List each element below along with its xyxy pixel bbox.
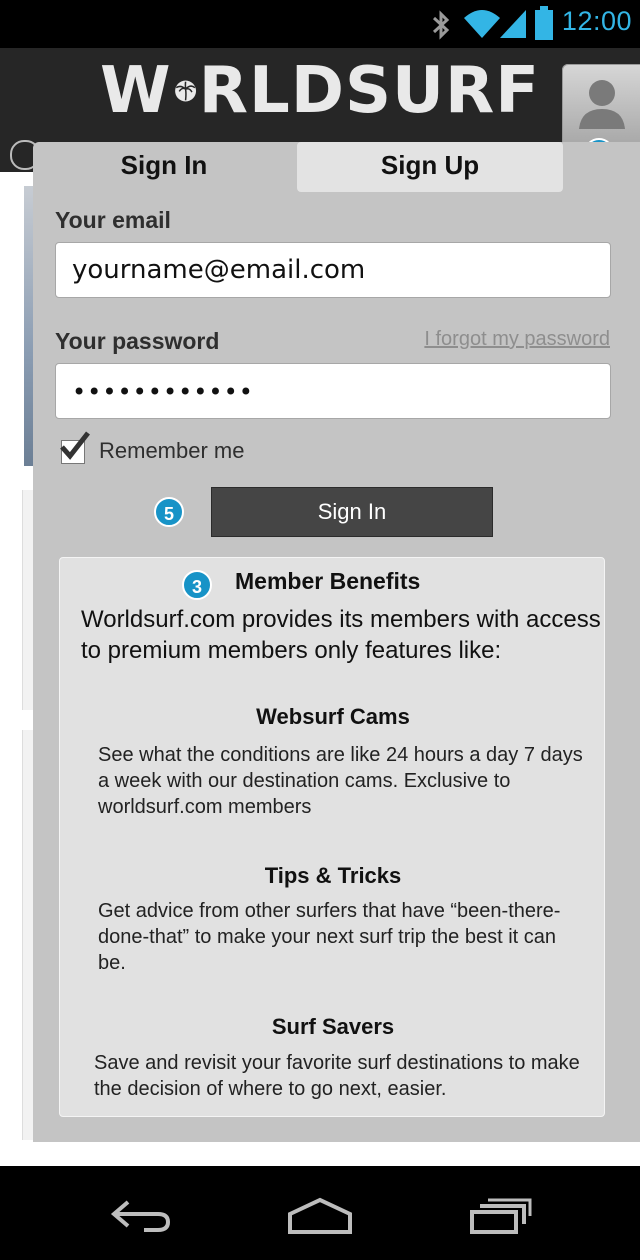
battery-icon	[535, 6, 553, 40]
benefit-title-savers: Surf Savers	[271, 1014, 395, 1039]
back-icon[interactable]	[108, 1196, 172, 1236]
remember-me-checkbox[interactable]	[60, 431, 90, 464]
recent-apps-icon[interactable]	[468, 1196, 532, 1236]
worldsurf-logo[interactable]: W RLDSURF	[100, 56, 540, 126]
benefit-title-cams: Websurf Cams	[256, 704, 410, 729]
benefit-body-tips: Get advice from other surfers that have …	[98, 900, 561, 974]
benefit-title-tips: Tips & Tricks	[264, 863, 402, 888]
forgot-password-link[interactable]: I forgot my password	[424, 328, 610, 351]
status-bar: 12:00	[0, 0, 640, 48]
app-header: W RLDSURF	[0, 48, 640, 132]
benefit-body-savers: Save and revisit your favorite surf dest…	[94, 1052, 580, 1100]
avatar[interactable]	[562, 64, 640, 144]
password-label: Your password	[55, 328, 220, 354]
tab-sign-up[interactable]: Sign Up	[297, 142, 563, 192]
clock: 12:00	[561, 6, 632, 36]
badge-sign-in: 5	[154, 497, 184, 527]
user-icon	[579, 80, 625, 129]
benefits-intro: Worldsurf.com provides its members with …	[81, 606, 601, 664]
password-field[interactable]: ••••••••••••	[55, 363, 611, 419]
benefit-body-cams: See what the conditions are like 24 hour…	[98, 744, 583, 818]
remember-me-label[interactable]: Remember me	[99, 438, 244, 464]
logo-text-left: W	[100, 54, 172, 128]
wifi-icon	[464, 10, 500, 38]
member-benefits-box: 3 Member Benefits Worldsurf.com provides…	[59, 557, 605, 1117]
status-icons: 12:00	[420, 0, 640, 48]
badge-benefits: 3	[182, 570, 212, 600]
bluetooth-icon	[432, 10, 450, 40]
benefits-title: Member Benefits	[235, 568, 421, 594]
tab-sign-in[interactable]: Sign In	[33, 142, 295, 192]
sign-in-panel: Sign In Sign Up Your email Your password…	[33, 142, 640, 1142]
signal-icon	[500, 10, 526, 38]
home-icon[interactable]	[286, 1196, 354, 1236]
email-field[interactable]	[55, 242, 611, 298]
system-nav-bar	[0, 1166, 640, 1260]
email-label: Your email	[55, 207, 171, 233]
sign-in-button[interactable]: Sign In	[211, 487, 493, 537]
logo-text-right: RLDSURF	[198, 54, 540, 128]
palm-globe-icon	[174, 80, 196, 102]
checkmark-icon	[60, 431, 90, 460]
